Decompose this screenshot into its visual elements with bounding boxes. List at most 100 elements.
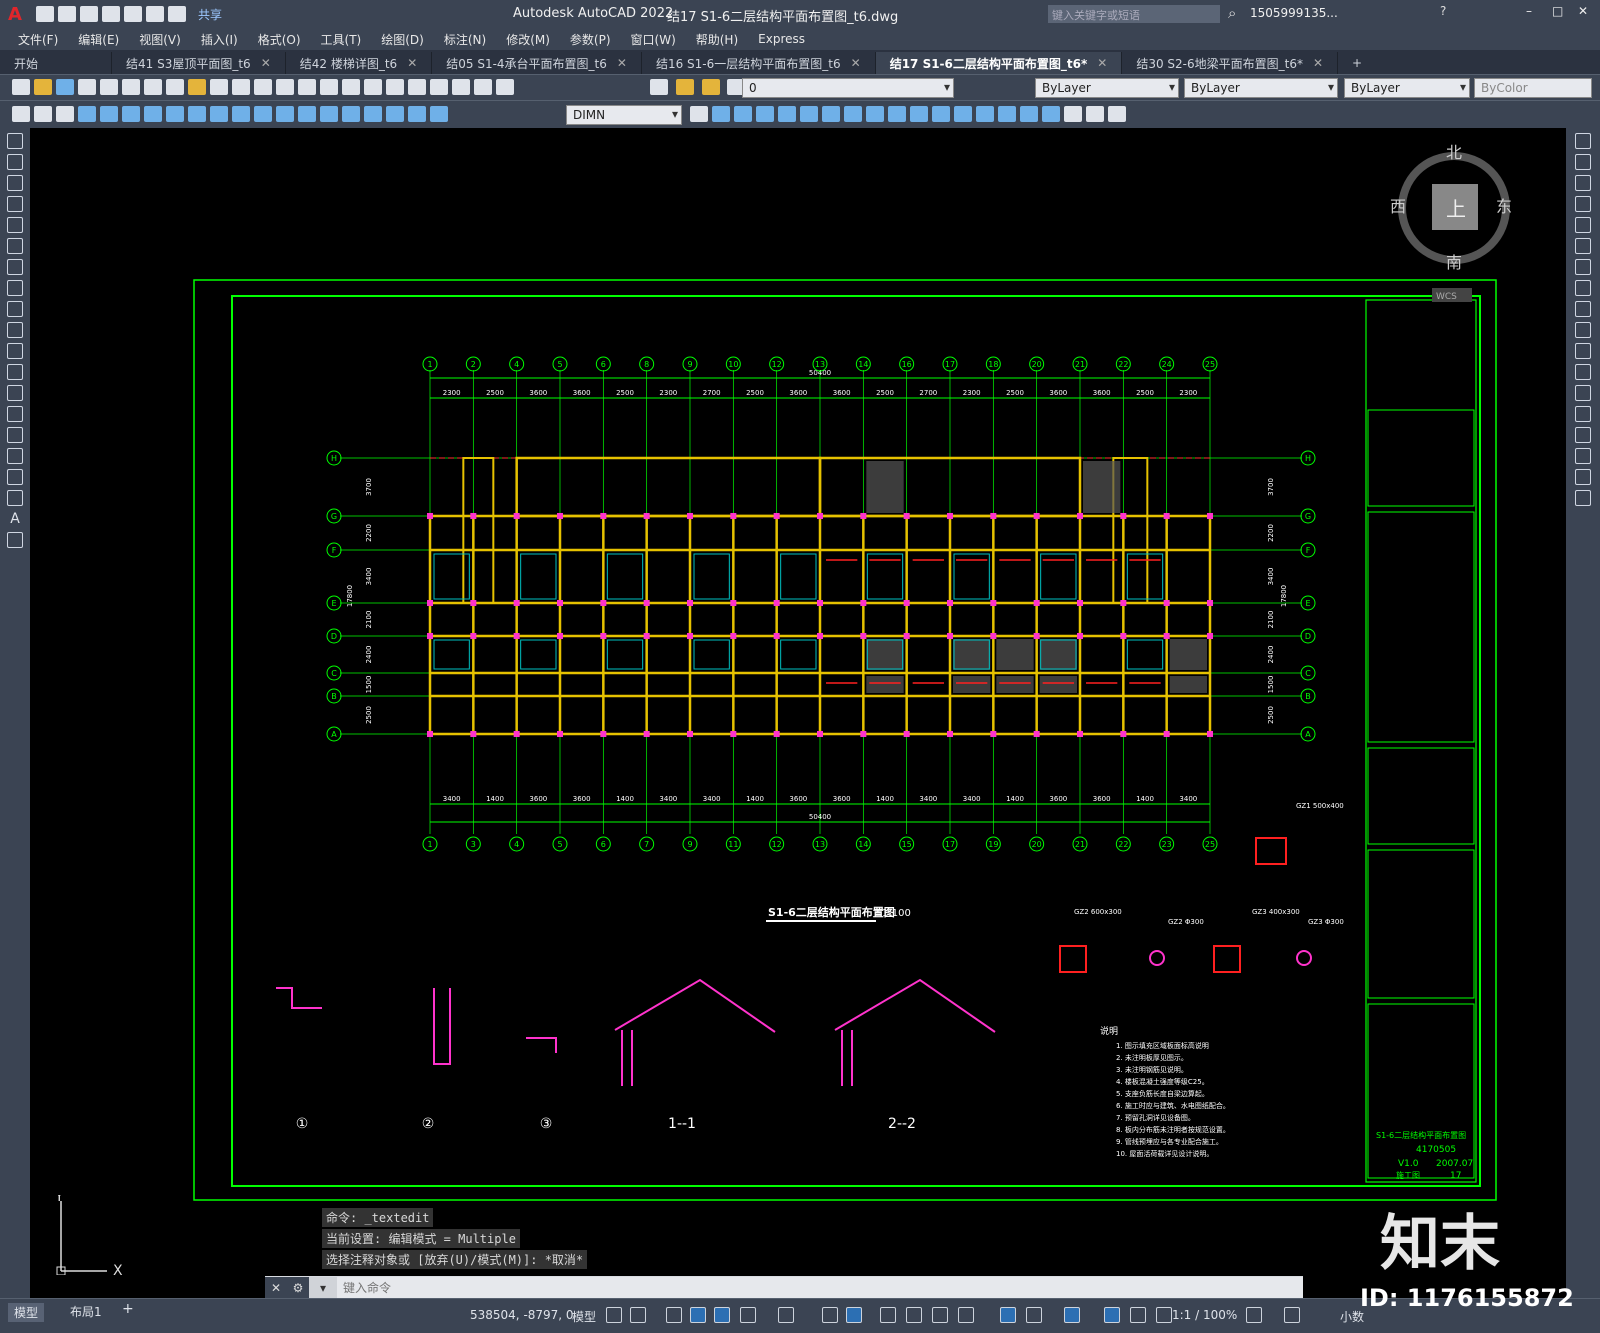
tab-file[interactable]: 结42 楼梯详图_t6 ✕ [286,52,433,74]
copy-object-icon[interactable] [734,106,752,122]
search-icon[interactable]: ⌕ [1228,4,1236,22]
share-button[interactable]: 共享 [198,6,222,23]
baseline-icon[interactable] [210,106,228,122]
blend-icon[interactable] [1575,469,1591,485]
menu-view[interactable]: 视图(V) [129,31,191,48]
help-icon[interactable] [496,79,514,95]
menu-format[interactable]: 格式(O) [248,31,311,48]
help-icon[interactable]: ? [1440,4,1446,18]
region-icon[interactable] [7,469,23,485]
inspection-icon[interactable] [342,106,360,122]
revision-cloud-icon[interactable] [7,280,23,296]
trim-icon[interactable] [910,106,928,122]
workspace-gear-icon[interactable] [1246,1307,1262,1323]
menu-dimension[interactable]: 标注(N) [434,31,496,48]
join-icon[interactable] [1575,406,1591,422]
dynamic-ucs-icon[interactable] [1000,1307,1016,1323]
tab-close-icon[interactable]: ✕ [407,56,417,70]
tab-file[interactable]: 结05 S1-4承台平面布置图_t6 ✕ [432,52,642,74]
transparency-icon[interactable] [906,1307,922,1323]
new-tab-button[interactable]: + [1338,52,1376,74]
customize-wrench-icon[interactable]: ⚙ [287,1277,309,1299]
layer-properties-icon[interactable] [650,79,668,95]
array-icon[interactable] [1575,217,1591,233]
menu-tools[interactable]: 工具(T) [311,31,372,48]
sheet-set-icon[interactable] [430,79,448,95]
extend-icon[interactable] [1575,343,1591,359]
design-center-icon[interactable] [386,79,404,95]
menu-parametric[interactable]: 参数(P) [560,31,621,48]
stretch-icon[interactable] [1575,301,1591,317]
search-input[interactable]: 键入关键字或短语 [1048,5,1220,23]
ortho-icon[interactable] [714,1307,730,1323]
paste-icon[interactable] [188,79,206,95]
ungroup-icon[interactable] [1108,106,1126,122]
jogged-linear-icon[interactable] [364,106,382,122]
quick-redo-icon[interactable] [168,6,186,22]
add-layout-button[interactable]: + [122,1301,134,1317]
gizmo-icon[interactable] [1064,1307,1080,1323]
tab-start[interactable]: 开始 [0,52,112,74]
save-icon[interactable] [56,79,74,95]
erase-icon[interactable] [1575,133,1591,149]
move-icon[interactable] [822,106,840,122]
mtext-icon[interactable]: A [7,511,23,527]
match-properties-icon[interactable] [210,79,228,95]
polyline-icon[interactable] [7,175,23,191]
annotation-visibility-icon[interactable] [1104,1307,1120,1323]
markup-icon[interactable] [452,79,470,95]
quick-new-icon[interactable] [36,6,54,22]
tab-model-layout[interactable]: 模型 [8,1303,45,1322]
maximize-button[interactable]: □ [1552,4,1563,18]
offset-icon[interactable] [778,106,796,122]
recent-commands-icon[interactable]: ▾ [309,1277,337,1299]
construction-line-icon[interactable] [7,154,23,170]
command-input[interactable] [337,1277,1303,1299]
mirror-icon[interactable] [1575,175,1591,191]
cut-icon[interactable] [144,79,162,95]
open-icon[interactable] [34,79,52,95]
erase-icon[interactable] [712,106,730,122]
point-icon[interactable] [7,406,23,422]
tab-close-icon[interactable]: ✕ [851,56,861,70]
tab-file-active[interactable]: 结17 S1-6二层结构平面布置图_t6* ✕ [875,52,1123,74]
fillet-icon[interactable] [1020,106,1038,122]
layer-on-icon[interactable] [675,79,694,95]
dimension-break-icon[interactable] [276,106,294,122]
minimize-button[interactable]: – [1526,4,1532,18]
menu-window[interactable]: 窗口(W) [621,31,686,48]
break-icon[interactable] [954,106,972,122]
infer-constraints-icon[interactable] [666,1307,682,1323]
join-icon[interactable] [976,106,994,122]
add-selected-icon[interactable] [7,532,23,548]
zoom-previous-icon[interactable] [342,79,360,95]
polar-tracking-icon[interactable] [740,1307,756,1323]
close-button[interactable]: ✕ [1578,4,1588,18]
3d-osnap-icon[interactable] [958,1307,974,1323]
object-snap-tracking-icon[interactable] [822,1307,838,1323]
close-command-icon[interactable]: ✕ [265,1277,287,1299]
user-account[interactable]: 1505999135... [1250,6,1338,20]
scale-icon[interactable] [1575,280,1591,296]
zoom-window-icon[interactable] [320,79,338,95]
line-icon[interactable] [7,133,23,149]
copy-object-icon[interactable] [1575,154,1591,170]
quickcalc-icon[interactable] [474,79,492,95]
layer-freeze-icon[interactable] [701,79,720,95]
annotation-scale-icon[interactable] [1156,1307,1172,1323]
lineweight-dropdown[interactable]: ByLayer ▾ [1344,78,1470,98]
quick-save-icon[interactable] [80,6,98,22]
arc-icon[interactable] [7,238,23,254]
tab-close-icon[interactable]: ✕ [617,56,627,70]
dimension-edit-icon[interactable] [386,106,404,122]
quick-saveas-icon[interactable] [102,6,120,22]
annotation-monitor-icon[interactable] [1284,1307,1300,1323]
diameter-icon[interactable] [144,106,162,122]
dimension-text-edit-icon[interactable] [408,106,426,122]
rotate-icon[interactable] [1575,259,1591,275]
quick-undo-icon[interactable] [146,6,164,22]
color-dropdown[interactable]: ByLayer ▾ [1035,78,1179,98]
isodraft-icon[interactable] [778,1307,794,1323]
menu-file[interactable]: 文件(F) [8,31,68,48]
fillet-icon[interactable] [1575,448,1591,464]
